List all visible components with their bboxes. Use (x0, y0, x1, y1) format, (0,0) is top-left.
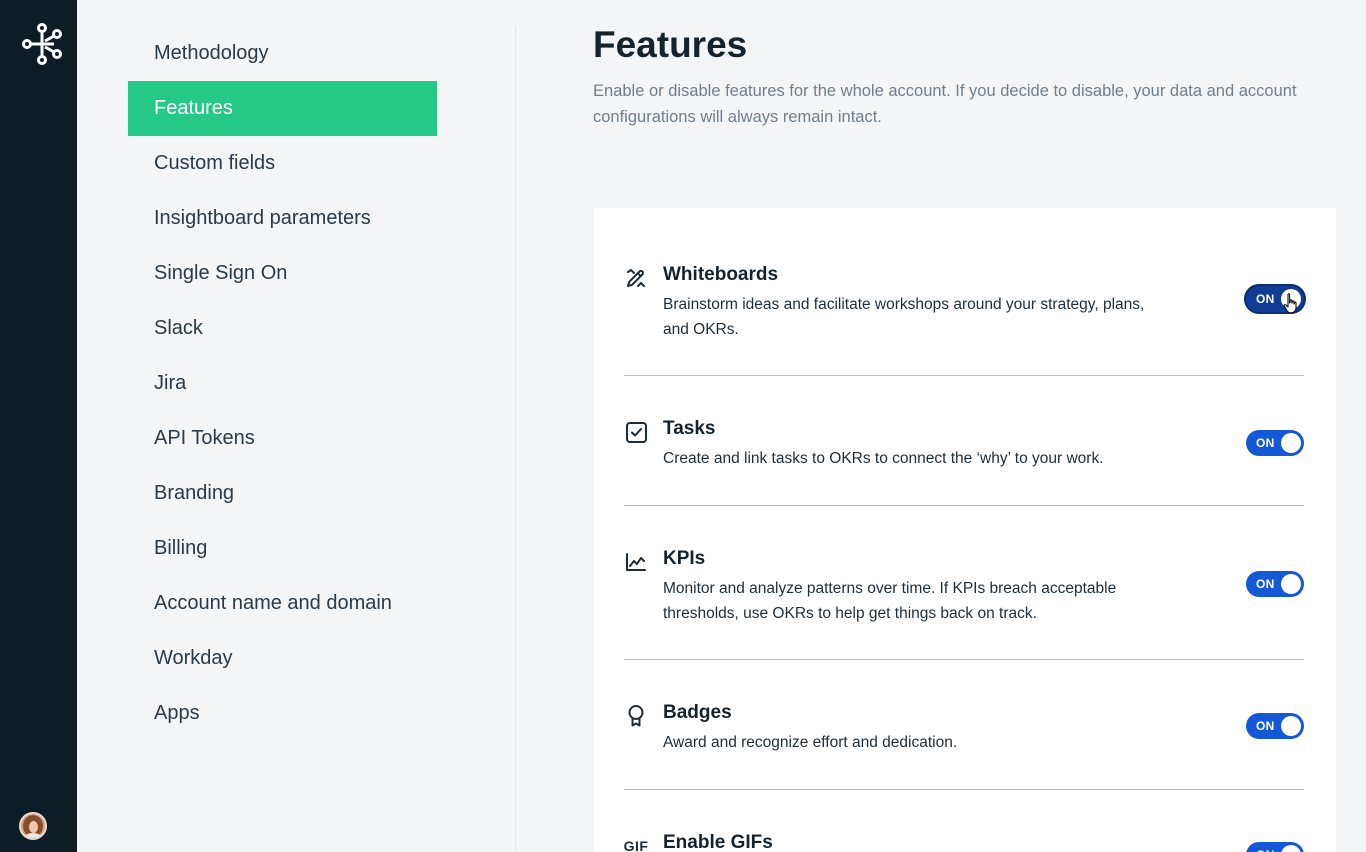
page-description: Enable or disable features for the whole… (593, 82, 1297, 126)
nav-item-apps[interactable]: Apps (128, 686, 437, 741)
pencil-ruler-icon (624, 266, 648, 290)
features-card: Whiteboards Brainstorm ideas and facilit… (594, 208, 1336, 852)
feature-separator (624, 505, 1304, 506)
toggle-knob (1281, 433, 1301, 453)
feature-name: KPIs (663, 548, 706, 569)
app-rail (0, 0, 77, 852)
feature-separator (624, 375, 1304, 376)
checkbox-icon (624, 420, 648, 444)
line-chart-icon (624, 550, 648, 574)
toggle-knob (1281, 289, 1301, 309)
badge-icon (624, 704, 648, 728)
gif-icon: GIF (623, 838, 649, 852)
nav-item-branding[interactable]: Branding (128, 466, 437, 521)
toggle-label: ON (1256, 848, 1275, 852)
nav-item-slack[interactable]: Slack (128, 301, 437, 356)
enable-gifs-toggle[interactable]: ON (1246, 842, 1304, 852)
feature-description: Monitor and analyze patterns over time. … (663, 580, 1117, 622)
feature-kpis: KPIs Monitor and analyze patterns over t… (624, 548, 1306, 622)
toggle-label: ON (1256, 292, 1275, 306)
feature-separator (624, 659, 1304, 660)
nav-item-custom-fields[interactable]: Custom fields (128, 136, 437, 191)
kpis-toggle[interactable]: ON (1246, 571, 1304, 597)
nav-item-workday[interactable]: Workday (128, 631, 437, 686)
whiteboards-toggle[interactable]: ON (1246, 286, 1304, 312)
toggle-label: ON (1256, 577, 1275, 591)
badges-toggle[interactable]: ON (1246, 713, 1304, 739)
main-content: Features Enable or disable features for … (516, 0, 1366, 852)
feature-tasks: Tasks Create and link tasks to OKRs to c… (624, 418, 1306, 468)
toggle-label: ON (1256, 436, 1275, 450)
toggle-label: ON (1256, 719, 1275, 733)
feature-enable-gifs: GIF Enable GIFs ON (624, 832, 1306, 852)
feature-description: Create and link tasks to OKRs to connect… (663, 450, 1104, 467)
feature-description: Brainstorm ideas and facilitate workshop… (663, 296, 1145, 338)
nav-item-features[interactable]: Features (128, 81, 437, 136)
feature-whiteboards: Whiteboards Brainstorm ideas and facilit… (624, 264, 1306, 338)
feature-name: Whiteboards (663, 264, 779, 285)
feature-name: Tasks (663, 418, 716, 439)
settings-nav: Methodology Features Custom fields Insig… (77, 0, 516, 852)
nav-item-billing[interactable]: Billing (128, 521, 437, 576)
nav-item-insightboard-parameters[interactable]: Insightboard parameters (128, 191, 437, 246)
user-avatar[interactable] (19, 812, 47, 840)
page-title: Features (593, 24, 748, 65)
nav-item-api-tokens[interactable]: API Tokens (128, 411, 437, 466)
app-logo-icon[interactable] (21, 22, 63, 66)
feature-name: Enable GIFs (663, 832, 773, 852)
nav-item-methodology[interactable]: Methodology (128, 26, 437, 81)
nav-item-jira[interactable]: Jira (128, 356, 437, 411)
toggle-knob (1281, 845, 1301, 852)
nav-item-account-name-domain[interactable]: Account name and domain (128, 576, 437, 631)
feature-separator (624, 789, 1304, 790)
nav-item-single-sign-on[interactable]: Single Sign On (128, 246, 437, 301)
feature-name: Badges (663, 702, 732, 723)
toggle-knob (1281, 716, 1301, 736)
feature-description: Award and recognize effort and dedicatio… (663, 734, 958, 751)
tasks-toggle[interactable]: ON (1246, 430, 1304, 456)
toggle-knob (1281, 574, 1301, 594)
feature-badges: Badges Award and recognize effort and de… (624, 702, 1306, 752)
